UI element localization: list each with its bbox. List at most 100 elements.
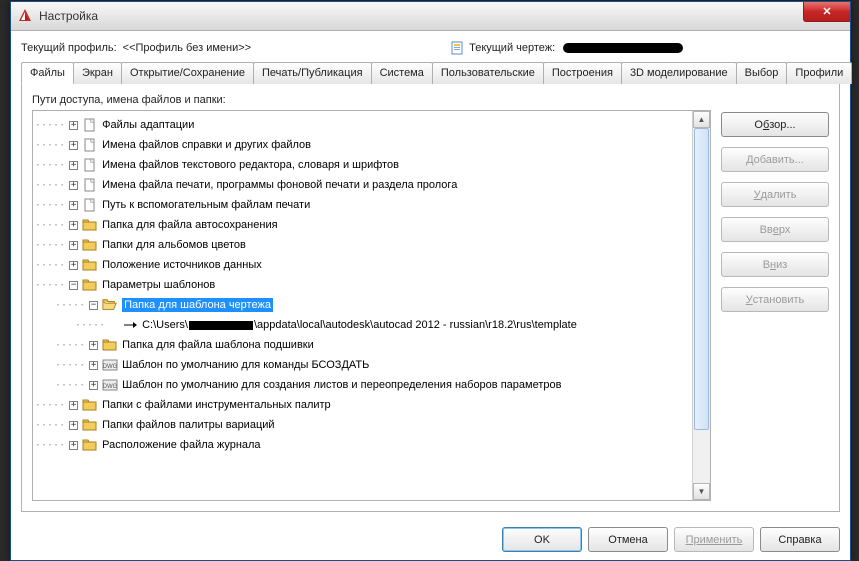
- tree-row[interactable]: ·····−Папка для шаблона чертежа: [35, 295, 693, 315]
- expand-icon[interactable]: +: [89, 381, 98, 390]
- redacted-segment: [189, 321, 253, 330]
- tree-label: Параметры шаблонов: [102, 279, 215, 291]
- tree-label: Шаблон по умолчанию для команды БСОЗДАТЬ: [122, 359, 369, 371]
- tab-panel-files: Пути доступа, имена файлов и папки: ····…: [21, 84, 840, 512]
- scrollbar[interactable]: ▲ ▼: [692, 111, 710, 500]
- tree-row[interactable]: ·····−Параметры шаблонов: [35, 275, 693, 295]
- folder-icon: [102, 338, 118, 352]
- expand-icon[interactable]: +: [69, 221, 78, 230]
- cancel-button[interactable]: Отмена: [588, 527, 668, 552]
- expand-icon[interactable]: +: [69, 121, 78, 130]
- ok-button[interactable]: OK: [502, 527, 582, 552]
- tab-2[interactable]: Открытие/Сохранение: [121, 62, 254, 84]
- tree-row[interactable]: ·····+Папки с файлами инструментальных п…: [35, 395, 693, 415]
- expand-icon[interactable]: +: [69, 401, 78, 410]
- tree-row[interactable]: ·····+Папка для файла шаблона подшивки: [35, 335, 693, 355]
- expand-icon[interactable]: +: [89, 341, 98, 350]
- tree-row[interactable]: ·····+DWGШаблон по умолчанию для команды…: [35, 355, 693, 375]
- tab-1[interactable]: Экран: [73, 62, 122, 84]
- expand-icon[interactable]: +: [69, 421, 78, 430]
- tree-label: Расположение файла журнала: [102, 439, 260, 451]
- bottom-bar: OK Отмена Применить Справка: [502, 527, 840, 552]
- tab-7[interactable]: 3D моделирование: [621, 62, 737, 84]
- folder-icon: [82, 398, 98, 412]
- tab-8[interactable]: Выбор: [736, 62, 788, 84]
- tree-row[interactable]: ·····+Положение источников данных: [35, 255, 693, 275]
- doc-icon: [82, 158, 98, 172]
- folder-icon: [82, 258, 98, 272]
- delete-button[interactable]: Удалить: [721, 182, 829, 207]
- tab-6[interactable]: Построения: [543, 62, 622, 84]
- dwg-icon: DWG: [102, 358, 118, 372]
- titlebar: Настройка ✕: [11, 2, 850, 31]
- folder-icon: [82, 218, 98, 232]
- tree-row[interactable]: ·····+Файлы адаптации: [35, 115, 693, 135]
- svg-text:DWG: DWG: [103, 364, 118, 370]
- current-profile-label: Текущий профиль:: [21, 42, 117, 54]
- browse-button[interactable]: Обзор...: [721, 112, 829, 137]
- folder-icon: [82, 278, 98, 292]
- add-button[interactable]: Добавить...: [721, 147, 829, 172]
- expand-icon[interactable]: +: [69, 441, 78, 450]
- tree-label: Папки для альбомов цветов: [102, 239, 246, 251]
- tree-row[interactable]: ·····+Папки файлов палитры вариаций: [35, 415, 693, 435]
- tree-row[interactable]: ·····C:\Users\\appdata\local\autodesk\au…: [35, 315, 693, 335]
- doc-icon: [82, 138, 98, 152]
- section-label: Пути доступа, имена файлов и папки:: [32, 94, 711, 106]
- down-button[interactable]: Вниз: [721, 252, 829, 277]
- tree[interactable]: ·····+Файлы адаптации·····+Имена файлов …: [33, 111, 693, 500]
- expand-icon[interactable]: +: [69, 241, 78, 250]
- scroll-up-button[interactable]: ▲: [693, 111, 710, 128]
- settings-window: Настройка ✕ Текущий профиль: <<Профиль б…: [10, 1, 851, 561]
- tab-bar: ФайлыЭкранОткрытие/СохранениеПечать/Публ…: [21, 61, 840, 84]
- scroll-down-button[interactable]: ▼: [693, 483, 710, 500]
- expand-icon[interactable]: +: [69, 261, 78, 270]
- collapse-icon[interactable]: −: [69, 281, 78, 290]
- tab-4[interactable]: Система: [371, 62, 433, 84]
- tab-9[interactable]: Профили: [786, 62, 852, 84]
- folder-icon: [82, 418, 98, 432]
- expand-icon[interactable]: +: [69, 161, 78, 170]
- expand-icon[interactable]: +: [69, 201, 78, 210]
- tab-3[interactable]: Печать/Публикация: [253, 62, 372, 84]
- help-button[interactable]: Справка: [760, 527, 840, 552]
- scroll-track[interactable]: [693, 128, 710, 483]
- tree-row[interactable]: ·····+Расположение файла журнала: [35, 435, 693, 455]
- tab-0[interactable]: Файлы: [21, 62, 74, 84]
- tree-row[interactable]: ·····+DWGШаблон по умолчанию для создани…: [35, 375, 693, 395]
- app-logo-icon: [17, 8, 33, 24]
- drawing-icon: [451, 41, 465, 55]
- dwg-icon: DWG: [102, 378, 118, 392]
- tree-row[interactable]: ·····+Имена файлов справки и других файл…: [35, 135, 693, 155]
- tree-row[interactable]: ·····+Папка для файла автосохранения: [35, 215, 693, 235]
- tab-5[interactable]: Пользовательские: [432, 62, 544, 84]
- tree-label: Положение источников данных: [102, 259, 262, 271]
- doc-icon: [82, 178, 98, 192]
- arrow-icon: [122, 318, 138, 332]
- expand-icon[interactable]: +: [89, 361, 98, 370]
- tree-path: C:\Users\\appdata\local\autodesk\autocad…: [142, 319, 577, 331]
- tree-row[interactable]: ·····+Имена файлов текстового редактора,…: [35, 155, 693, 175]
- expand-icon[interactable]: +: [69, 141, 78, 150]
- side-buttons: Обзор... Добавить... Удалить Вверх Вниз Устан…: [721, 94, 829, 501]
- tree-label: Имена файлов текстового редактора, слова…: [102, 159, 399, 171]
- expand-icon[interactable]: +: [69, 181, 78, 190]
- collapse-icon[interactable]: −: [89, 301, 98, 310]
- doc-icon: [82, 198, 98, 212]
- doc-icon: [82, 118, 98, 132]
- tree-row[interactable]: ·····+Папки для альбомов цветов: [35, 235, 693, 255]
- close-button[interactable]: ✕: [803, 2, 850, 22]
- svg-text:DWG: DWG: [103, 384, 118, 390]
- profile-row: Текущий профиль: <<Профиль без имени>> Т…: [21, 37, 840, 59]
- folder-icon: [82, 238, 98, 252]
- tree-row[interactable]: ·····+Путь к вспомогательным файлам печа…: [35, 195, 693, 215]
- current-drawing-label: Текущий чертеж:: [469, 42, 555, 54]
- tree-label: Файлы адаптации: [102, 119, 194, 131]
- set-button[interactable]: Установить: [721, 287, 829, 312]
- tree-label: Папка для файла шаблона подшивки: [122, 339, 314, 351]
- apply-button[interactable]: Применить: [674, 527, 754, 552]
- window-title: Настройка: [39, 9, 98, 23]
- scroll-thumb[interactable]: [694, 128, 709, 430]
- tree-row[interactable]: ·····+Имена файла печати, программы фоно…: [35, 175, 693, 195]
- up-button[interactable]: Вверх: [721, 217, 829, 242]
